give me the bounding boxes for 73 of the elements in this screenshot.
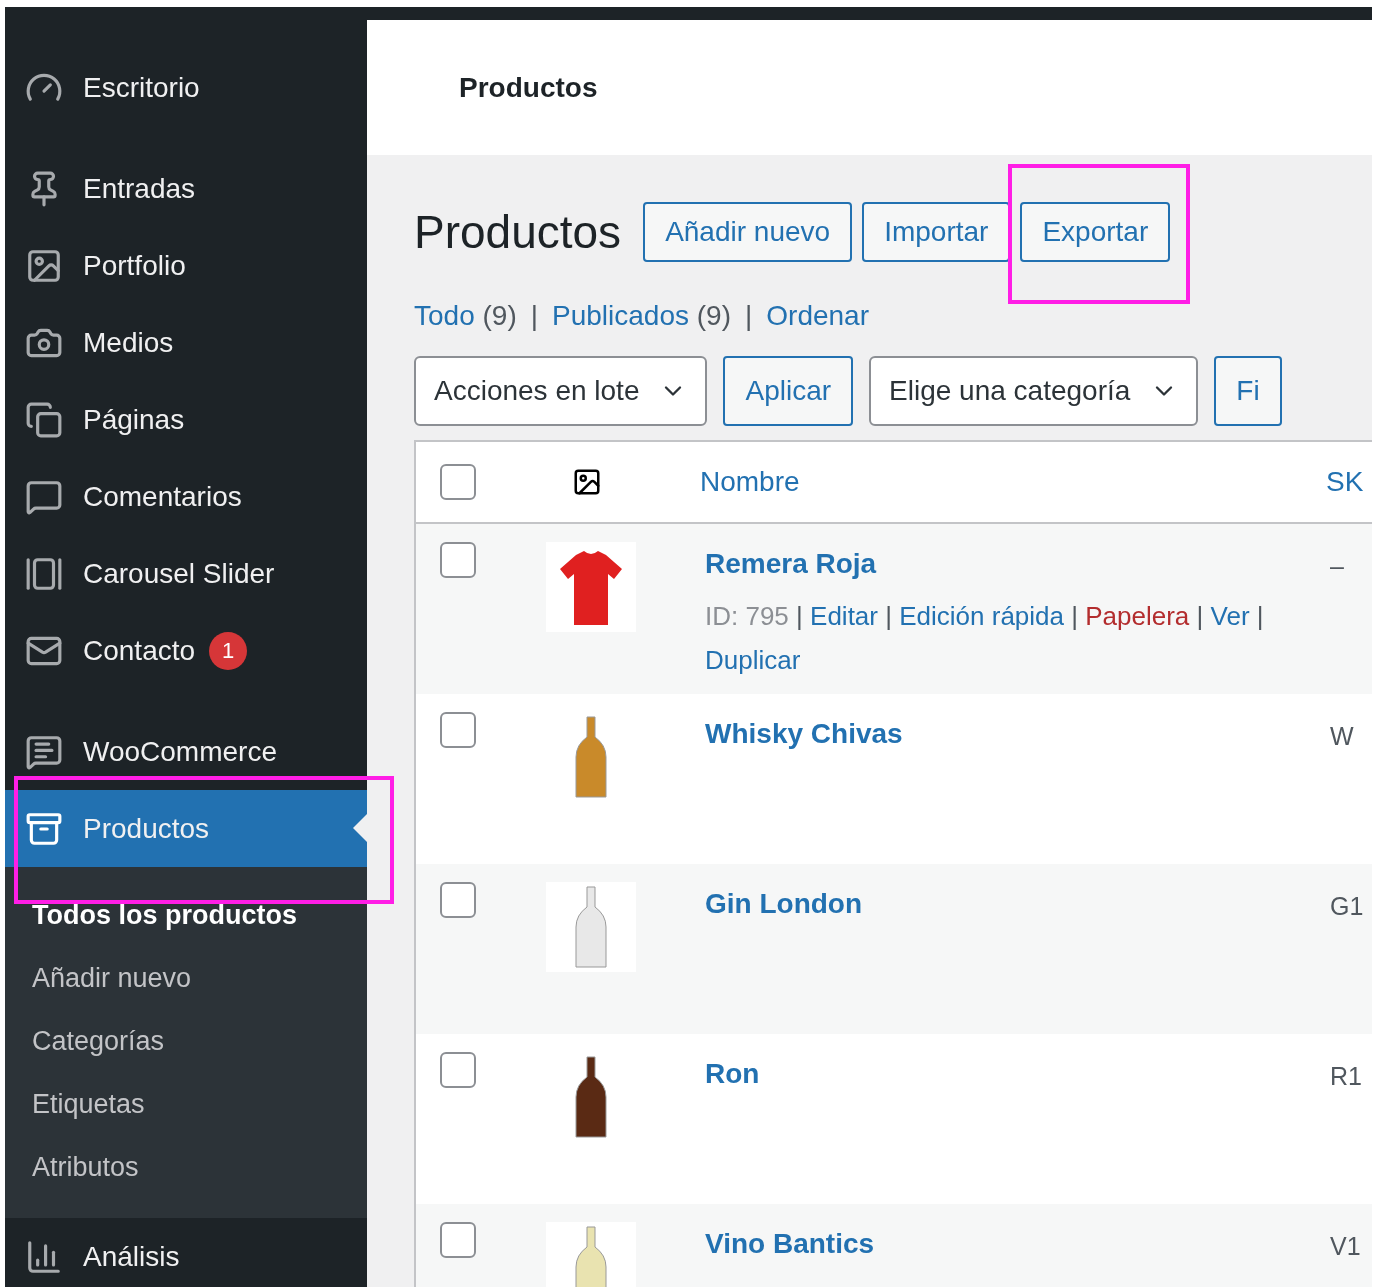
product-name-link[interactable]: Ron bbox=[705, 1058, 1310, 1090]
menu-item[interactable]: Comentarios bbox=[5, 458, 367, 535]
dropdown-select[interactable]: Acciones en lote bbox=[414, 356, 708, 426]
menu-label: Escritorio bbox=[83, 71, 200, 104]
pages-icon bbox=[25, 400, 63, 439]
menu-item[interactable]: Escritorio bbox=[5, 49, 367, 126]
menu-item[interactable]: WooCommerce bbox=[5, 713, 367, 790]
sku-text: W bbox=[1329, 722, 1355, 751]
sku-text: R1 bbox=[1329, 1062, 1363, 1091]
row-action-link[interactable]: Editar bbox=[810, 601, 878, 631]
row-action-link[interactable]: Ver bbox=[1210, 601, 1250, 631]
product-name-link[interactable]: Gin London bbox=[705, 888, 1310, 920]
menu-item[interactable]: Carousel Slider bbox=[5, 535, 367, 612]
submenu-item[interactable]: Añadir nuevo bbox=[5, 947, 367, 1010]
menu-label: Análisis bbox=[83, 1240, 180, 1273]
page-title: Productos bbox=[414, 205, 622, 259]
row-checkbox[interactable] bbox=[440, 882, 476, 918]
menu-label: Medios bbox=[83, 326, 174, 359]
submenu-item[interactable]: Todos los productos bbox=[5, 884, 367, 947]
menu-label: Entradas bbox=[83, 172, 196, 205]
separator: | bbox=[1070, 601, 1079, 631]
separator: | bbox=[795, 601, 804, 631]
sku-text: V1 bbox=[1329, 1232, 1362, 1261]
sku-text: G1 bbox=[1329, 892, 1365, 921]
select-all-checkbox[interactable] bbox=[440, 464, 476, 500]
separator: | bbox=[1255, 601, 1264, 631]
view-link[interactable]: Publicados (9) bbox=[552, 300, 731, 332]
menu-item[interactable]: Portfolio bbox=[5, 227, 367, 304]
menu-label: Páginas bbox=[83, 403, 185, 436]
column-header[interactable]: SK bbox=[1310, 466, 1372, 498]
menu-item[interactable]: Productos bbox=[5, 790, 367, 867]
menu-label: Productos bbox=[83, 812, 210, 845]
row-checkbox[interactable] bbox=[440, 712, 476, 748]
view-link[interactable]: Todo (9) bbox=[414, 300, 517, 332]
row-checkbox[interactable] bbox=[440, 1052, 476, 1088]
row-action-link[interactable]: Papelera bbox=[1085, 601, 1190, 631]
dropdown-select[interactable]: Elige una categoría bbox=[869, 356, 1199, 426]
image-icon bbox=[572, 467, 602, 497]
menu-item[interactable]: Medios bbox=[5, 304, 367, 381]
row-checkbox[interactable] bbox=[440, 1222, 476, 1258]
filter-button[interactable]: Aplicar bbox=[723, 356, 854, 426]
product-name-link[interactable]: Vino Bantics bbox=[705, 1228, 1310, 1260]
product-name-link[interactable]: Remera Roja bbox=[705, 548, 1310, 580]
action-button[interactable]: Exportar bbox=[1020, 202, 1171, 262]
count-badge: 1 bbox=[209, 631, 248, 670]
product-name-link[interactable]: Whisky Chivas bbox=[705, 718, 1310, 750]
menu-label: Comentarios bbox=[83, 480, 242, 513]
menu-label: Portfolio bbox=[83, 249, 186, 282]
header-title: Productos bbox=[459, 71, 598, 104]
filter-button[interactable]: Fi bbox=[1214, 356, 1282, 426]
separator: | bbox=[1195, 601, 1205, 631]
menu-label: Contacto bbox=[83, 634, 196, 667]
menu-item[interactable]: Entradas bbox=[5, 150, 367, 227]
row-checkbox[interactable] bbox=[440, 542, 476, 578]
sku-text: – bbox=[1329, 552, 1345, 581]
row-action-link[interactable]: Duplicar bbox=[705, 645, 801, 675]
action-button[interactable]: Importar bbox=[862, 202, 1011, 262]
menu-item[interactable]: Contacto 1 bbox=[5, 612, 367, 689]
menu-item[interactable]: Páginas bbox=[5, 381, 367, 458]
row-action-link[interactable]: Edición rápida bbox=[899, 601, 1064, 631]
menu-item[interactable]: Análisis bbox=[5, 1218, 367, 1287]
view-link[interactable]: Ordenar bbox=[766, 300, 869, 332]
action-button[interactable]: Añadir nuevo bbox=[643, 202, 853, 262]
separator: | bbox=[884, 601, 893, 631]
separator: | bbox=[745, 300, 753, 332]
column-header[interactable]: Nombre bbox=[682, 466, 1310, 498]
submenu-item[interactable]: Atributos bbox=[5, 1136, 367, 1199]
product-id: ID: 795 bbox=[705, 601, 789, 631]
separator: | bbox=[530, 300, 538, 332]
menu-label: WooCommerce bbox=[83, 735, 277, 768]
submenu-item[interactable]: Categorías bbox=[5, 1010, 367, 1073]
submenu-item[interactable]: Etiquetas bbox=[5, 1073, 367, 1136]
menu-label: Carousel Slider bbox=[83, 557, 275, 590]
